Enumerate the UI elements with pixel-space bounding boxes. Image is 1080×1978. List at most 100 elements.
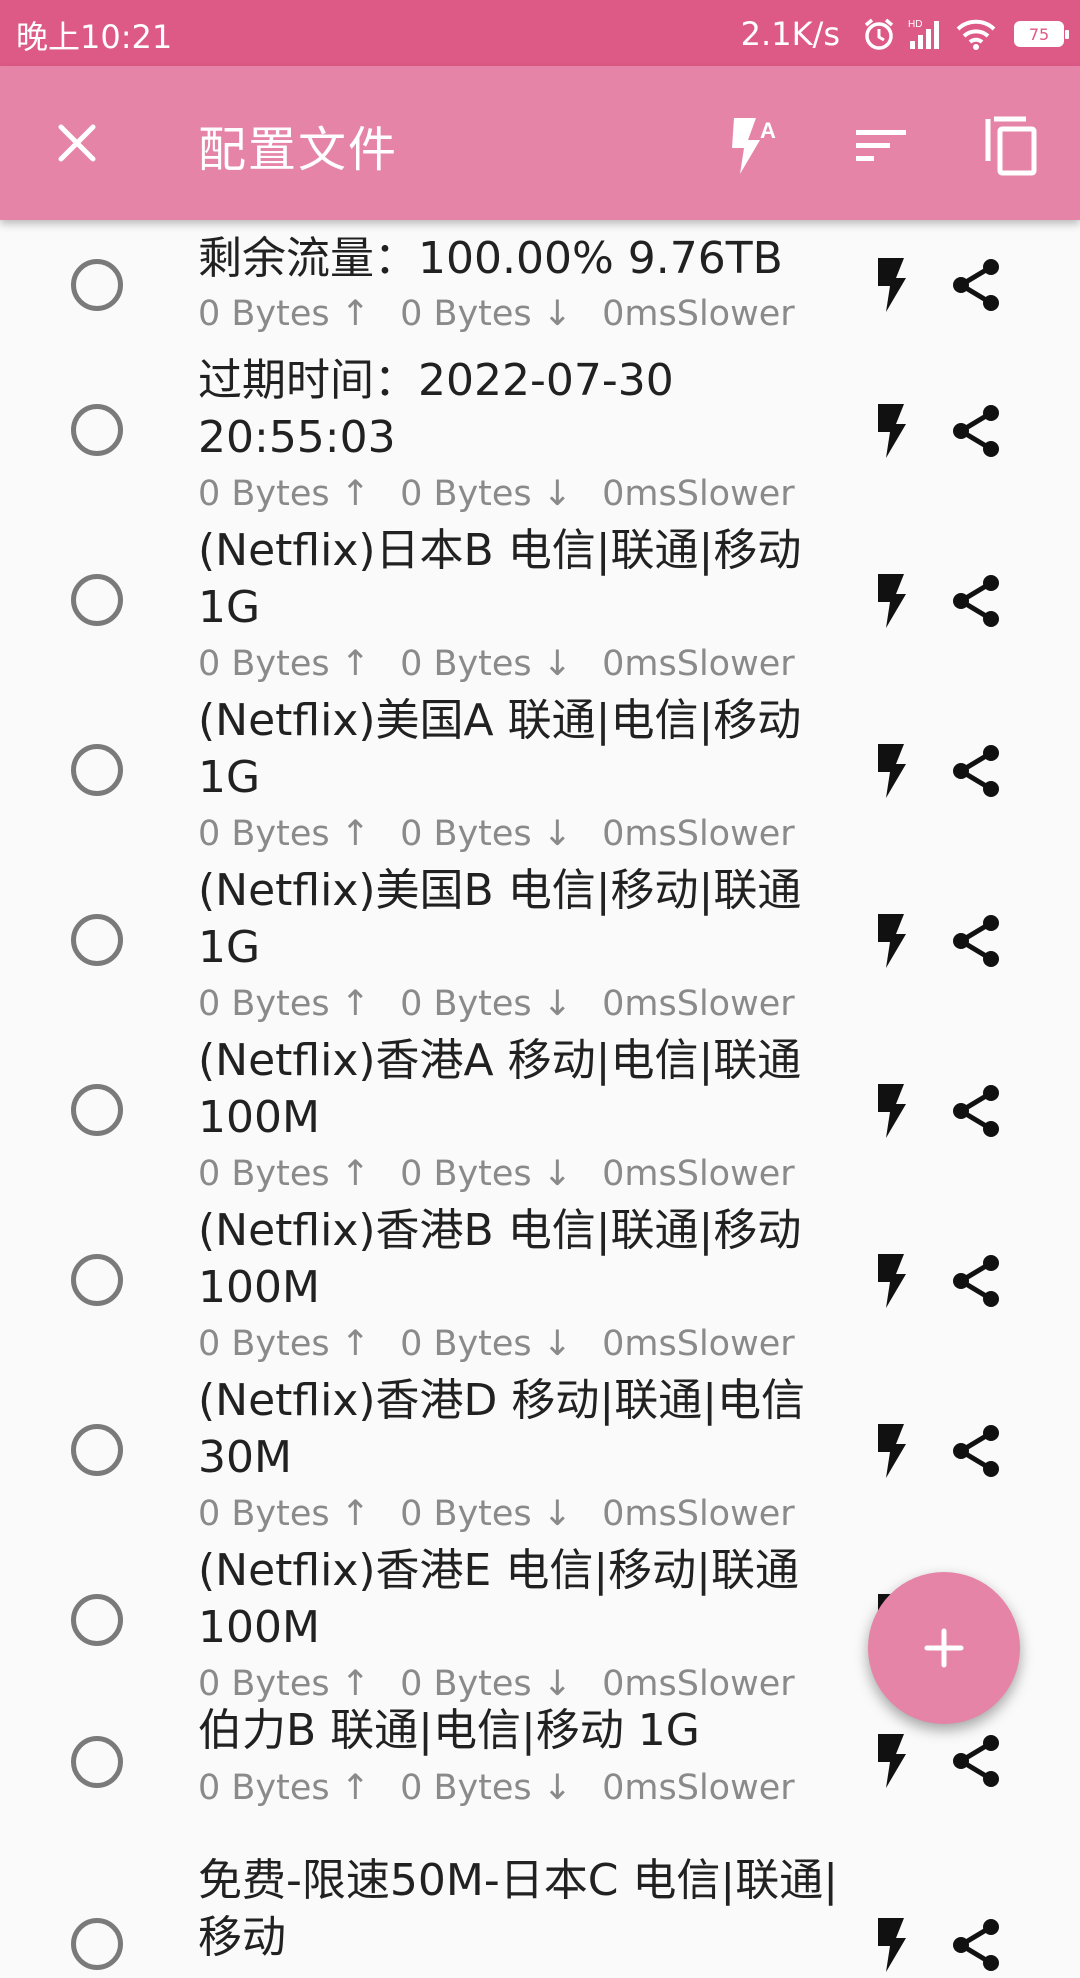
speed-stat: Slower [676,1154,795,1194]
download-stat: 0 Bytes ↓ [400,474,573,514]
test-icon[interactable] [866,398,916,464]
share-icon[interactable] [946,1418,1006,1484]
latency-stat: 0ms [602,814,677,854]
share-icon[interactable] [946,1728,1006,1794]
profile-stats: 0 Bytes ↑ 0 Bytes ↓ 0msSlower [198,1768,795,1808]
test-icon[interactable] [866,1078,916,1144]
speed-stat: Slower [676,1768,795,1808]
profile-stats: 0 Bytes ↑ 0 Bytes ↓ 0msSlower [198,1324,795,1364]
share-icon[interactable] [946,568,1006,634]
test-icon[interactable] [866,1418,916,1484]
upload-stat: 0 Bytes ↑ [198,294,371,334]
profile-name: (Netflix)美国B 电信|移动|联通 1G [198,865,802,973]
test-icon[interactable] [866,908,916,974]
select-radio[interactable] [71,1736,123,1788]
select-radio[interactable] [71,1254,123,1306]
profile-stats: 0 Bytes ↑ 0 Bytes ↓ 0msSlower [198,814,795,854]
alarm-icon [862,17,896,51]
profile-name: 剩余流量：100.00% 9.76TB [198,233,783,284]
speed-stat: Slower [676,644,795,684]
latency-stat: 0ms [602,1664,677,1704]
share-icon[interactable] [946,738,1006,804]
test-icon[interactable] [866,1728,916,1794]
profile-stats: 0 Bytes ↑ 0 Bytes ↓ 0msSlower [198,1664,795,1704]
network-speed: 2.1K/s [740,15,840,53]
upload-stat: 0 Bytes ↑ [198,1154,371,1194]
upload-stat: 0 Bytes ↑ [198,814,371,854]
test-icon[interactable] [866,252,916,318]
download-stat: 0 Bytes ↓ [400,294,573,334]
share-icon[interactable] [946,1248,1006,1314]
profile-name: (Netflix)香港D 移动|联通|电信 30M [198,1375,806,1483]
profile-stats: 0 Bytes ↑ 0 Bytes ↓ 0msSlower [198,644,795,684]
latency-stat: 0ms [602,1324,677,1364]
speed-stat: Slower [676,814,795,854]
upload-stat: 0 Bytes ↑ [198,1768,371,1808]
select-radio[interactable] [71,574,123,626]
select-radio[interactable] [71,404,123,456]
download-stat: 0 Bytes ↓ [400,1768,573,1808]
select-radio[interactable] [71,744,123,796]
profile-name: 伯力B 联通|电信|移动 1G [198,1705,700,1756]
select-radio[interactable] [71,1424,123,1476]
latency-stat: 0ms [602,1768,677,1808]
latency-stat: 0ms [602,644,677,684]
latency-stat: 0ms [602,1494,677,1534]
upload-stat: 0 Bytes ↑ [198,644,371,684]
upload-stat: 0 Bytes ↑ [198,984,371,1024]
share-icon[interactable] [946,1078,1006,1144]
download-stat: 0 Bytes ↓ [400,1154,573,1194]
profile-stats: 0 Bytes ↑ 0 Bytes ↓ 0msSlower [198,294,795,334]
speed-stat: Slower [676,294,795,334]
profile-stats: 0 Bytes ↑ 0 Bytes ↓ 0msSlower [198,1494,795,1534]
copy-icon[interactable] [972,106,1052,186]
download-stat: 0 Bytes ↓ [400,984,573,1024]
profile-name: (Netflix)香港E 电信|移动|联通 100M [198,1545,799,1653]
profile-name: (Netflix)美国A 联通|电信|移动 1G [198,695,802,803]
profile-name: 免费-限速50M-日本C 电信|联通|移动 [198,1855,839,1963]
speed-stat: Slower [676,1494,795,1534]
status-icons: 2.1K/s HD 75 [740,12,1069,56]
latency-stat: 0ms [602,1154,677,1194]
profile-stats: 0 Bytes ↑ 0 Bytes ↓ 0msSlower [198,1154,795,1194]
test-icon[interactable] [866,568,916,634]
test-icon[interactable] [866,1912,916,1978]
select-radio[interactable] [71,1918,123,1970]
latency-stat: 0ms [602,474,677,514]
share-icon[interactable] [946,398,1006,464]
profile-name: 过期时间：2022-07-30 20:55:03 [198,355,674,463]
profile-name: (Netflix)日本B 电信|联通|移动 1G [198,525,802,633]
download-stat: 0 Bytes ↓ [400,644,573,684]
svg-text:A: A [760,118,776,143]
battery-icon: 75 [1014,21,1069,47]
upload-stat: 0 Bytes ↑ [198,1664,371,1704]
status-bar: 晚上10:21 2.1K/s HD 75 [0,0,1080,66]
page-title: 配置文件 [198,122,399,178]
signal-hd-icon: HD [908,17,944,51]
speed-stat: Slower [676,474,795,514]
share-icon[interactable] [946,252,1006,318]
download-stat: 0 Bytes ↓ [400,814,573,854]
upload-stat: 0 Bytes ↑ [198,1494,371,1534]
speed-stat: Slower [676,1664,795,1704]
select-radio[interactable] [71,259,123,311]
share-icon[interactable] [946,1912,1006,1978]
status-time: 晚上10:21 [16,18,173,56]
close-icon[interactable] [44,110,110,176]
select-radio[interactable] [71,1084,123,1136]
select-radio[interactable] [71,914,123,966]
profile-name: (Netflix)香港B 电信|联通|移动 100M [198,1205,802,1313]
upload-stat: 0 Bytes ↑ [198,1324,371,1364]
share-icon[interactable] [946,908,1006,974]
profile-stats: 0 Bytes ↑ 0 Bytes ↓ 0msSlower [198,474,795,514]
add-profile-button[interactable] [868,1572,1020,1724]
test-icon[interactable] [866,738,916,804]
download-stat: 0 Bytes ↓ [400,1494,573,1534]
test-all-icon[interactable]: A [712,106,792,186]
test-icon[interactable] [866,1248,916,1314]
profile-name: (Netflix)香港A 移动|电信|联通 100M [198,1035,802,1143]
download-stat: 0 Bytes ↓ [400,1324,573,1364]
select-radio[interactable] [71,1594,123,1646]
svg-text:HD: HD [908,19,922,30]
sort-icon[interactable] [842,106,922,186]
